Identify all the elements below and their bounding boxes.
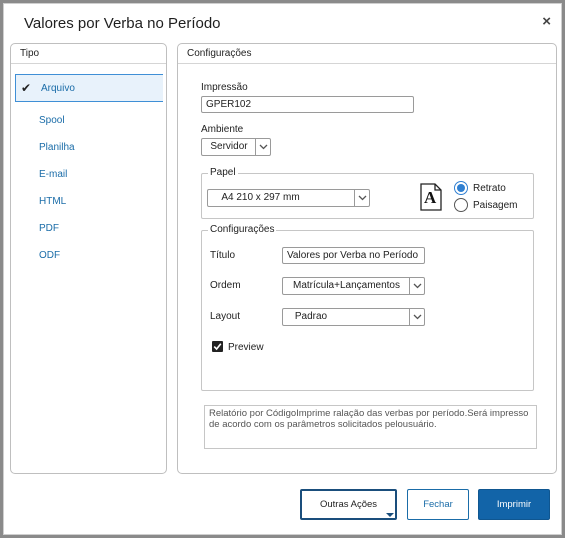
- tipo-item-spool[interactable]: Spool: [39, 115, 65, 126]
- papel-size-value: A4 210 x 297 mm: [221, 192, 300, 203]
- report-dialog: Valores por Verba no Período × Tipo ✔ Ar…: [3, 3, 562, 535]
- paisagem-label: Paisagem: [473, 200, 518, 211]
- configuracoes-header: Configurações: [178, 44, 556, 64]
- preview-checkbox[interactable]: [212, 341, 223, 352]
- papel-legend: Papel: [208, 167, 238, 178]
- ordem-value: Matrícula+Lançamentos: [292, 280, 400, 291]
- report-description: Relatório por CódigoImprime ralação das …: [204, 405, 537, 449]
- checkmark-icon: ✔: [21, 81, 32, 95]
- tipo-item-arquivo[interactable]: ✔ Arquivo: [15, 74, 163, 102]
- tipo-item-email[interactable]: E-mail: [39, 169, 67, 180]
- chevron-down-icon: [409, 309, 424, 325]
- ambiente-label: Ambiente: [201, 124, 244, 135]
- orientation-glyph: A: [424, 188, 437, 207]
- impressao-input[interactable]: GPER102: [201, 96, 414, 113]
- tipo-item-odf[interactable]: ODF: [39, 250, 60, 261]
- configuracoes-legend: Configurações: [208, 224, 277, 235]
- paisagem-radio[interactable]: [454, 198, 468, 212]
- ambiente-value: Servidor: [210, 141, 248, 152]
- papel-size-select[interactable]: A4 210 x 297 mm: [207, 189, 370, 207]
- imprimir-button[interactable]: Imprimir: [478, 489, 550, 520]
- impressao-label: Impressão: [201, 82, 248, 93]
- retrato-label: Retrato: [473, 183, 506, 194]
- tipo-header: Tipo: [11, 44, 166, 64]
- preview-label: Preview: [228, 342, 264, 353]
- layout-label: Layout: [210, 311, 241, 322]
- close-icon[interactable]: ×: [542, 13, 551, 30]
- ordem-select[interactable]: Matrícula+Lançamentos: [282, 277, 425, 295]
- outras-acoes-button[interactable]: Outras Ações: [300, 489, 397, 520]
- ambiente-select[interactable]: Servidor: [201, 138, 271, 156]
- dropdown-corner-icon: [386, 513, 394, 517]
- dialog-title: Valores por Verba no Período: [24, 15, 221, 32]
- layout-select[interactable]: Padrao: [282, 308, 425, 326]
- tipo-item-planilha[interactable]: Planilha: [39, 142, 75, 153]
- tipo-item-pdf[interactable]: PDF: [39, 223, 59, 234]
- page-orientation-icon: A: [420, 183, 442, 211]
- retrato-radio[interactable]: [454, 181, 468, 195]
- outras-acoes-label: Outras Ações: [319, 499, 378, 510]
- ordem-label: Ordem: [210, 280, 241, 291]
- titulo-input[interactable]: Valores por Verba no Período: [282, 247, 425, 264]
- layout-value: Padrao: [294, 311, 328, 322]
- chevron-down-icon: [354, 190, 369, 206]
- titulo-label: Título: [210, 250, 236, 261]
- tipo-item-label: Arquivo: [41, 83, 75, 94]
- chevron-down-icon: [255, 139, 270, 155]
- tipo-item-html[interactable]: HTML: [39, 196, 66, 207]
- chevron-down-icon: [409, 278, 424, 294]
- tipo-panel: Tipo ✔ Arquivo Spool Planilha E-mail HTM…: [10, 43, 167, 474]
- fechar-button[interactable]: Fechar: [407, 489, 469, 520]
